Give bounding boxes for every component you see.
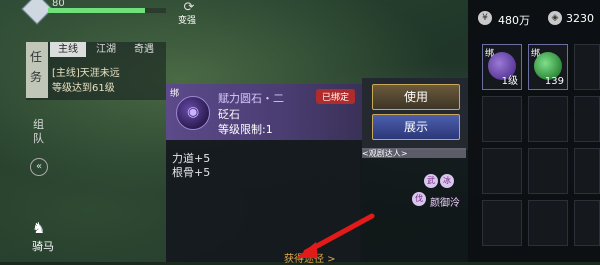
hp-bar [48, 8, 166, 13]
item-gem-icon: ◉ [176, 96, 210, 130]
item-type: 砭石 [218, 108, 240, 121]
quest-goal: 等级达到61级 [52, 83, 115, 94]
badge-icon-2: 冰 [440, 174, 454, 188]
hp-bar-fill [48, 8, 145, 13]
show-button[interactable]: 展示 [372, 114, 460, 140]
inventory-slot-7[interactable] [482, 148, 522, 194]
player-hp-area: 80 [0, 0, 180, 25]
inventory-slot-8[interactable] [528, 148, 568, 194]
quest-side-char-1: 任 [30, 50, 43, 64]
inventory-panel: ¥ 480万 ◈ 3230 绑 1级 绑 139 [468, 0, 600, 262]
strengthen-label[interactable]: 变强 [178, 13, 196, 26]
inventory-slot-4[interactable] [482, 96, 522, 142]
slot-bind: 绑 [531, 49, 541, 59]
quest-side-char-2: 务 [30, 70, 43, 84]
bound-badge: 已绑定 [316, 89, 356, 104]
pointer-arrow-icon [296, 213, 375, 258]
inventory-slot-1[interactable]: 绑 1级 [482, 44, 522, 90]
action-panel: 使用 展示 [362, 78, 468, 150]
inventory-slot-3[interactable] [574, 44, 600, 90]
badge-icon-1: 武 [424, 174, 438, 188]
tab-main[interactable]: 主线 [50, 42, 86, 57]
collapse-icon[interactable]: « [30, 158, 48, 176]
mount-label[interactable]: 骑马 [32, 238, 54, 254]
quest-title[interactable]: [主线]天涯未远 [52, 64, 120, 79]
inventory-slot-6[interactable] [574, 96, 600, 142]
quest-side-tab[interactable]: 任 务 [26, 42, 48, 98]
bind-mark: 绑 [170, 89, 180, 99]
item-level: 等级限制:1 [218, 123, 273, 136]
quest-tabs: 主线 江湖 奇遇 [50, 42, 164, 57]
currency-silver: 480万 [498, 14, 530, 27]
team-label-2[interactable]: 队 [33, 130, 44, 146]
inventory-slot-10[interactable] [482, 200, 522, 246]
use-button[interactable]: 使用 [372, 84, 460, 110]
tab-jianghu[interactable]: 江湖 [88, 42, 124, 57]
inventory-slot-2[interactable]: 绑 139 [528, 44, 568, 90]
badge-icon-3: 伐 [412, 192, 426, 206]
player-nameplate[interactable]: 颜御泠 [430, 194, 460, 209]
item-name: 赋力圆石・二 [218, 92, 284, 105]
slot-count: 1级 [501, 76, 518, 87]
slot-bind: 绑 [485, 49, 495, 59]
horse-icon[interactable]: ♞ [32, 219, 45, 237]
inventory-slot-5[interactable] [528, 96, 568, 142]
gem-currency-icon: ◈ [548, 11, 562, 25]
inventory-slot-9[interactable] [574, 148, 600, 194]
tab-qiyu[interactable]: 奇遇 [126, 42, 162, 57]
inventory-slot-11[interactable] [528, 200, 568, 246]
inventory-slot-12[interactable] [574, 200, 600, 246]
stat-constitution: 根骨+5 [172, 166, 211, 179]
coin-icon: ¥ [478, 11, 492, 25]
slot-count: 139 [544, 76, 564, 87]
currency-gold: 3230 [566, 12, 594, 25]
title-ribbon: <观剧达人> [362, 148, 466, 158]
